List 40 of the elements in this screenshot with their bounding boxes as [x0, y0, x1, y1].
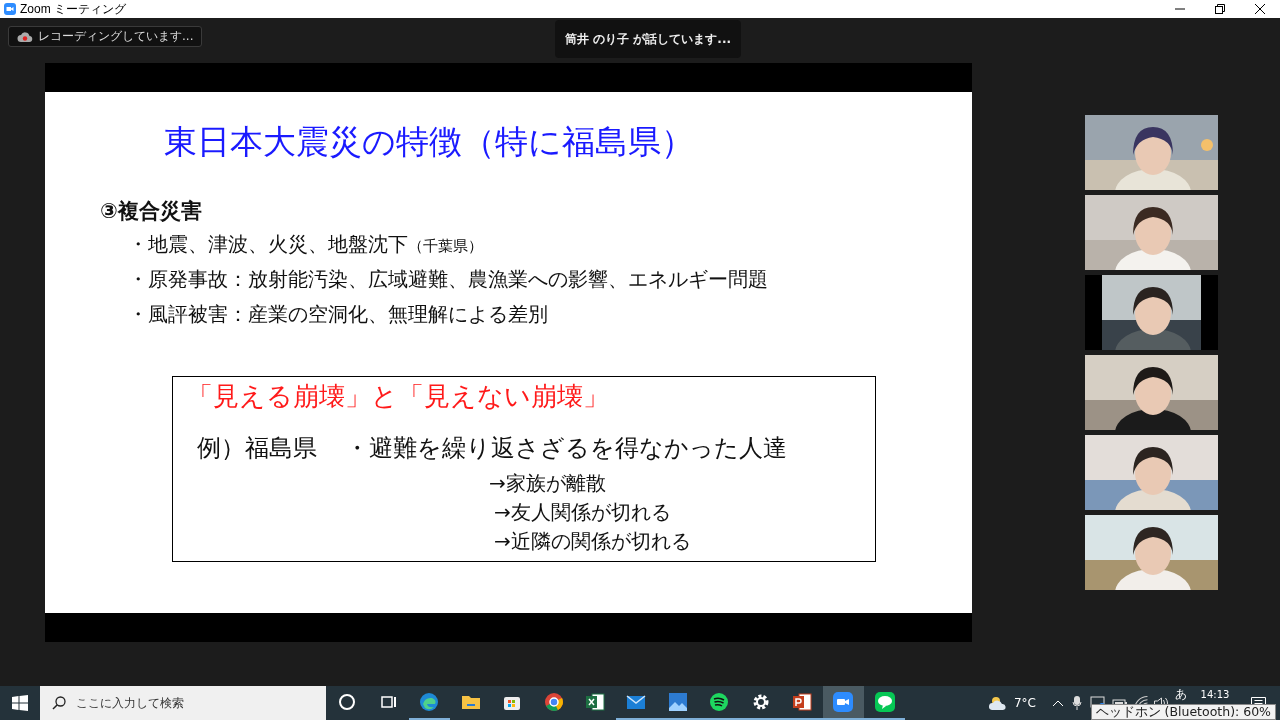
recording-badge[interactable]: レコーディングしています...: [8, 26, 203, 47]
bullet-text: ・原発事故：放射能汚染、広域避難、農漁業への影響、エネルギー問題: [128, 266, 768, 293]
temperature: 7°C: [1014, 696, 1036, 710]
close-icon: [1255, 4, 1265, 14]
search-icon: [52, 696, 66, 710]
swirl-icon: [418, 691, 441, 713]
round-logo-icon: [542, 691, 565, 713]
consequence-text: →友人関係が切れる: [494, 499, 671, 526]
taskbar-app[interactable]: [822, 686, 865, 720]
bullet-text: ・風評被害：産業の空洞化、無理解による差別: [128, 301, 548, 328]
restore-icon: [1215, 4, 1225, 14]
bullet-note: （千葉県）: [408, 237, 483, 256]
cloud-record-icon: [17, 30, 33, 43]
windows-icon: [12, 695, 28, 711]
sound-waves-icon: [708, 691, 731, 713]
slide-heading: ③複合災害: [100, 198, 202, 225]
chat-bubble-icon: [873, 691, 896, 713]
microphone-icon: [1070, 695, 1084, 711]
slide-title: 東日本大震災の特徴（特に福島県）: [164, 121, 694, 163]
frame-heading: 「見える崩壊」と「見えない崩壊」: [187, 380, 609, 413]
presentation-icon: [791, 691, 813, 713]
window-title: Zoom ミーティング: [20, 0, 126, 18]
recording-text: レコーディングしています...: [38, 28, 194, 45]
cloud-sun-icon: [988, 695, 1008, 711]
consequence-text: →家族が離散: [489, 470, 606, 497]
consequence-text: →近隣の関係が切れる: [494, 528, 691, 555]
search-placeholder: ここに入力して検索: [76, 694, 184, 712]
video-camera-icon: [832, 691, 855, 713]
chevron-up-icon: [1052, 698, 1064, 708]
video-camera-icon: [4, 3, 16, 15]
example-text: ・避難を繰り返さざるを得なかった人達: [345, 433, 787, 464]
search-field[interactable]: ここに入力して検索: [40, 686, 326, 720]
clock-time: 14:13: [1199, 689, 1231, 700]
spreadsheet-icon: [584, 691, 607, 713]
bullet-text: ・地震、津波、火災、地盤沈下: [128, 231, 408, 258]
volume-tooltip: ヘッドホン (Bluetooth): 60%: [1090, 704, 1276, 720]
photo-icon: [666, 691, 689, 713]
ime-indicator: あ: [1175, 687, 1187, 701]
example-label: 例）福島県: [197, 433, 317, 464]
speaker-banner: 筒井 のり子 が話しています...: [555, 20, 742, 58]
